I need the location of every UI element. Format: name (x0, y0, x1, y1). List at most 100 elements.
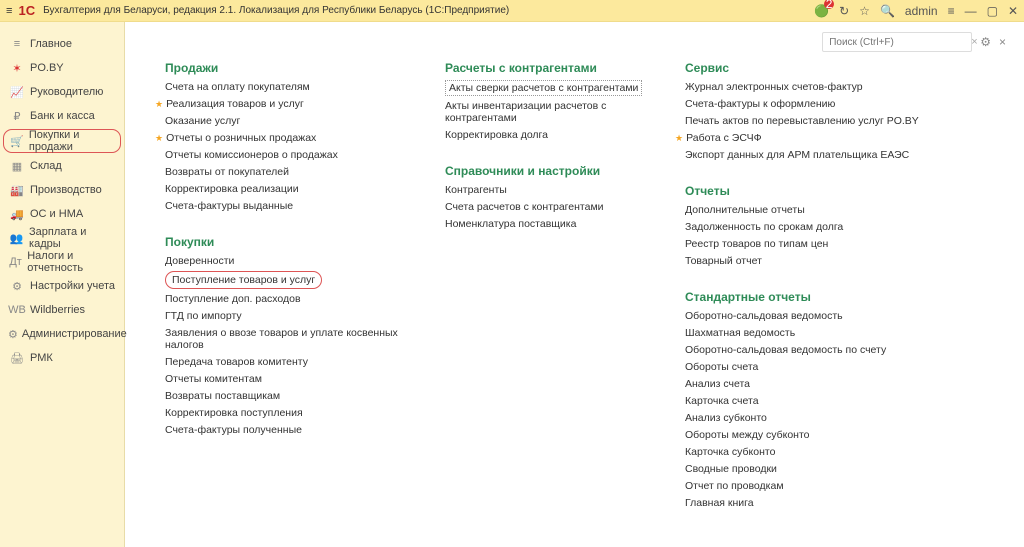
sidebar-item-8[interactable]: 👥Зарплата и кадры (0, 226, 124, 250)
menu-icon[interactable]: ≡ (6, 5, 12, 17)
link-item[interactable]: Корректировка реализации (165, 182, 405, 196)
link-item[interactable]: ★Реализация товаров и услуг (165, 97, 405, 111)
link-item[interactable]: ★Отчеты о розничных продажах (165, 131, 405, 145)
link-item[interactable]: Корректировка долга (445, 128, 645, 142)
link-item[interactable]: Счета-фактуры к оформлению (685, 97, 945, 111)
sidebar-icon: ⚙ (8, 328, 18, 341)
link-item[interactable]: Товарный отчет (685, 254, 945, 268)
minimize-icon[interactable]: — (965, 4, 977, 18)
sidebar-item-9[interactable]: ДтНалоги и отчетность (0, 250, 124, 274)
section-title[interactable]: Справочники и настройки (445, 164, 645, 178)
link-item[interactable]: Главная книга (685, 496, 945, 510)
section-title[interactable]: Покупки (165, 235, 405, 249)
gear-icon[interactable]: ⚙ (980, 35, 991, 49)
sidebar-label: Банк и касса (30, 110, 95, 122)
link-item[interactable]: Отчет по проводкам (685, 479, 945, 493)
link-item[interactable]: Доверенности (165, 254, 405, 268)
link-item[interactable]: Заявления о ввозе товаров и уплате косве… (165, 326, 405, 352)
link-label: Акты сверки расчетов с контрагентами (449, 82, 638, 94)
link-label: Шахматная ведомость (685, 327, 795, 339)
maximize-icon[interactable]: ▢ (987, 4, 998, 18)
close-icon[interactable]: × (999, 35, 1006, 49)
link-label: ГТД по импорту (165, 310, 242, 322)
link-item[interactable]: Поступление доп. расходов (165, 292, 405, 306)
section-title[interactable]: Отчеты (685, 184, 945, 198)
sidebar-item-1[interactable]: ✶PO.BY (0, 56, 124, 80)
link-label: Счета-фактуры полученные (165, 424, 302, 436)
link-item[interactable]: Реестр товаров по типам цен (685, 237, 945, 251)
link-item[interactable]: Обороты счета (685, 360, 945, 374)
link-item[interactable]: Карточка счета (685, 394, 945, 408)
star-icon: ★ (675, 133, 683, 144)
link-item[interactable]: Оборотно-сальдовая ведомость по счету (685, 343, 945, 357)
link-label: Отчеты комиссионеров о продажах (165, 149, 338, 161)
sidebar-label: Налоги и отчетность (27, 250, 116, 274)
link-item[interactable]: Контрагенты (445, 183, 645, 197)
link-item[interactable]: Экспорт данных для АРМ плательщика ЕАЭС (685, 148, 945, 162)
link-item[interactable]: Оборотно-сальдовая ведомость (685, 309, 945, 323)
titlebar: ≡ 1С Бухгалтерия для Беларуси, редакция … (0, 0, 1024, 22)
link-item[interactable]: Счета-фактуры выданные (165, 199, 405, 213)
favorite-icon[interactable]: ☆ (859, 4, 870, 18)
link-item[interactable]: Акты инвентаризации расчетов с контраген… (445, 99, 645, 125)
link-label: Поступление товаров и услуг (172, 274, 315, 286)
sidebar-item-10[interactable]: ⚙Настройки учета (0, 274, 124, 298)
sidebar-item-7[interactable]: 🚚ОС и НМА (0, 202, 124, 226)
sidebar-item-11[interactable]: WBWildberries (0, 298, 124, 322)
search-icon[interactable]: 🔍 (880, 4, 895, 18)
link-item[interactable]: Печать актов по перевыставлению услуг PO… (685, 114, 945, 128)
link-label: Счета на оплату покупателям (165, 81, 310, 93)
link-item[interactable]: Анализ субконто (685, 411, 945, 425)
search-input[interactable] (823, 35, 967, 50)
link-item[interactable]: Отчеты комитентам (165, 372, 405, 386)
link-item[interactable]: Журнал электронных счетов-фактур (685, 80, 945, 94)
history-icon[interactable]: ↻ (839, 4, 849, 18)
sidebar-item-12[interactable]: ⚙Администрирование (0, 322, 124, 346)
link-item[interactable]: Номенклатура поставщика (445, 217, 645, 231)
link-item[interactable]: ГТД по импорту (165, 309, 405, 323)
sidebar-item-0[interactable]: ≡Главное (0, 32, 124, 56)
link-item[interactable]: ★Работа с ЭСЧФ (685, 131, 945, 145)
link-item[interactable]: Счета-фактуры полученные (165, 423, 405, 437)
sidebar-item-2[interactable]: 📈Руководителю (0, 80, 124, 104)
search-box[interactable]: × (822, 32, 972, 52)
close-window-icon[interactable]: ✕ (1008, 4, 1018, 18)
link-item[interactable]: Возвраты поставщикам (165, 389, 405, 403)
link-item[interactable]: Оказание услуг (165, 114, 405, 128)
link-item[interactable]: Шахматная ведомость (685, 326, 945, 340)
sidebar-item-3[interactable]: ₽Банк и касса (0, 104, 124, 128)
section-title[interactable]: Сервис (685, 61, 945, 75)
link-item[interactable]: Анализ счета (685, 377, 945, 391)
sidebar-item-6[interactable]: 🏭Производство (0, 178, 124, 202)
link-item[interactable]: Счета на оплату покупателям (165, 80, 405, 94)
section-title[interactable]: Продажи (165, 61, 405, 75)
user-label[interactable]: admin (905, 4, 938, 18)
link-item[interactable]: Возвраты от покупателей (165, 165, 405, 179)
link-label: Контрагенты (445, 184, 507, 196)
link-item[interactable]: Сводные проводки (685, 462, 945, 476)
link-label: Анализ субконто (685, 412, 767, 424)
link-item[interactable]: Поступление товаров и услуг (165, 271, 322, 289)
link-item[interactable]: Передача товаров комитенту (165, 355, 405, 369)
link-label: Главная книга (685, 497, 754, 509)
sidebar-item-4[interactable]: 🛒Покупки и продажи (3, 129, 121, 153)
notification-icon[interactable]: 🟢2 (814, 4, 829, 18)
link-item[interactable]: Корректировка поступления (165, 406, 405, 420)
link-item[interactable]: Акты сверки расчетов с контрагентами (445, 80, 642, 96)
section-title[interactable]: Расчеты с контрагентами (445, 61, 645, 75)
link-item[interactable]: Отчеты комиссионеров о продажах (165, 148, 405, 162)
link-item[interactable]: Карточка субконто (685, 445, 945, 459)
content-area: × ⚙ × Продажи Счета на оплату покупателям… (125, 22, 1024, 547)
link-item[interactable]: Дополнительные отчеты (685, 203, 945, 217)
link-item[interactable]: Обороты между субконто (685, 428, 945, 442)
link-item[interactable]: Счета расчетов с контрагентами (445, 200, 645, 214)
link-label: Отчет по проводкам (685, 480, 784, 492)
sidebar-icon: 👥 (8, 232, 25, 245)
link-item[interactable]: Задолженность по срокам долга (685, 220, 945, 234)
sidebar-item-13[interactable]: 🖨РМК (0, 346, 124, 370)
settings-icon[interactable]: ≡ (948, 4, 955, 18)
sidebar-item-5[interactable]: ▦Склад (0, 154, 124, 178)
link-label: Обороты между субконто (685, 429, 810, 441)
section-title[interactable]: Стандартные отчеты (685, 290, 945, 304)
link-label: Товарный отчет (685, 255, 762, 267)
